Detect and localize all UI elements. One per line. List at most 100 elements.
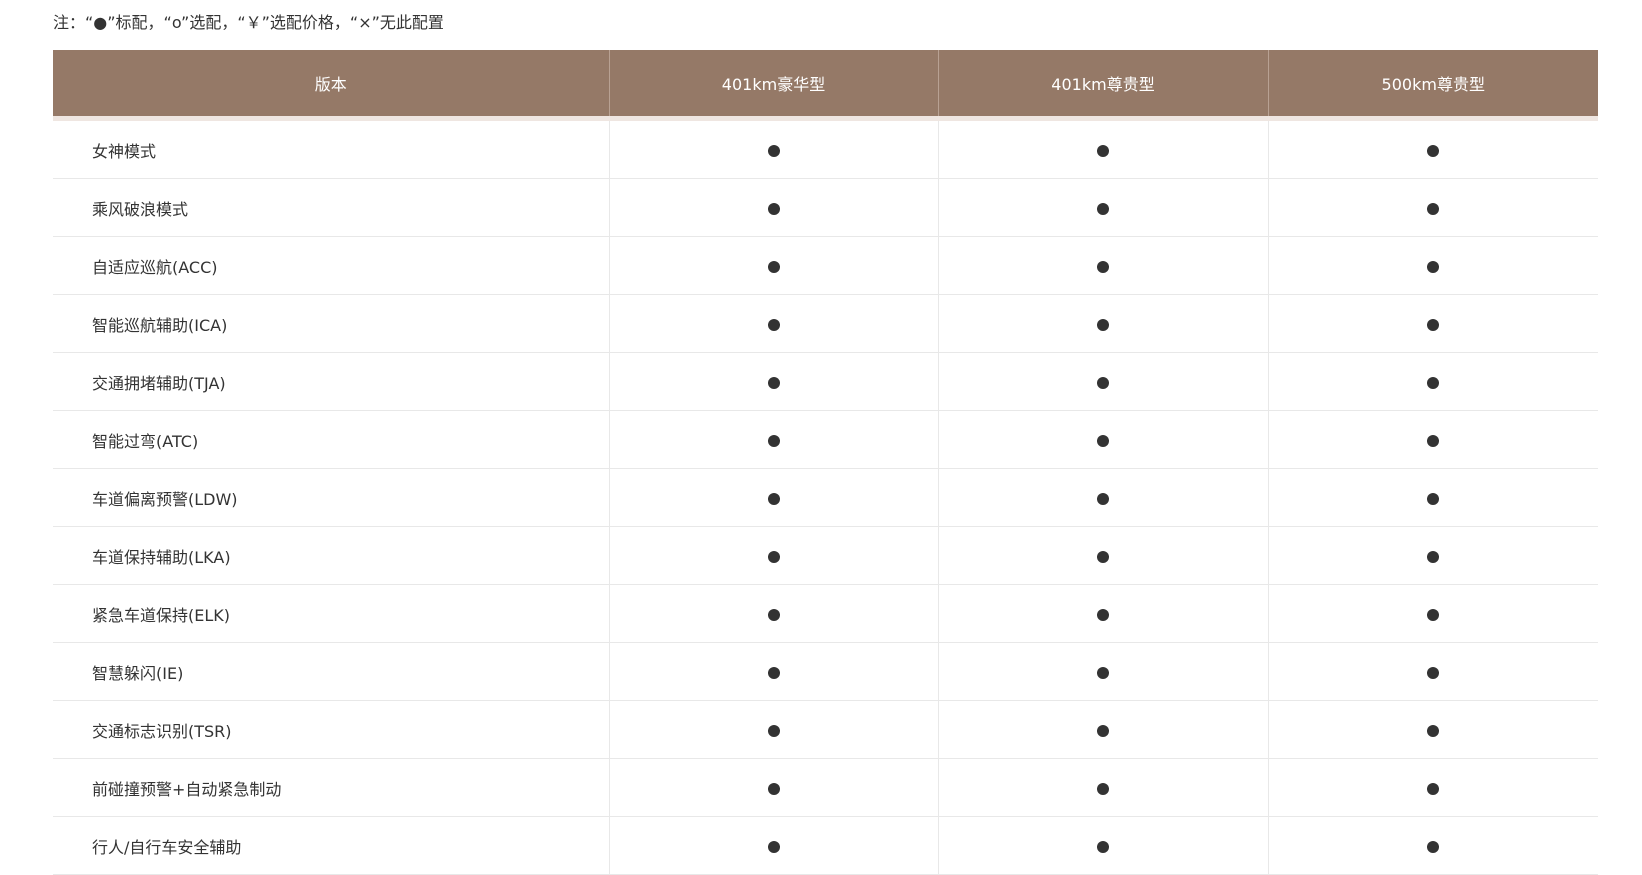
standard-dot-icon xyxy=(767,318,780,331)
standard-dot-icon xyxy=(1097,608,1109,621)
feature-label: 交通标志识别(TSR) xyxy=(53,700,609,759)
feature-value-cell xyxy=(608,642,938,701)
feature-value-cell xyxy=(608,758,938,817)
feature-value-cell xyxy=(1267,352,1598,411)
feature-value-cell xyxy=(937,118,1268,179)
standard-dot-icon xyxy=(1097,550,1109,563)
feature-value-cell xyxy=(937,352,1268,411)
feature-label: 乘风破浪模式 xyxy=(53,178,609,237)
table-row: 自适应巡航(ACC) xyxy=(53,236,1598,295)
standard-dot-icon xyxy=(1097,144,1109,157)
standard-dot-icon xyxy=(1097,782,1109,795)
feature-value-cell xyxy=(608,468,938,527)
table-body: 女神模式 乘风破浪模式 自适应巡航(ACC) 智能巡航辅助(ICA) 交通拥堵辅助(TJ… xyxy=(53,118,1598,875)
standard-dot-icon xyxy=(1427,260,1440,273)
header-trim-500-premium: 500km尊贵型 xyxy=(1267,50,1598,121)
feature-label: 行人/自行车安全辅助 xyxy=(53,816,609,875)
standard-dot-icon xyxy=(767,782,780,795)
feature-value-cell xyxy=(1267,584,1598,643)
feature-label: 车道偏离预警(LDW) xyxy=(53,468,609,527)
standard-dot-icon xyxy=(1427,318,1440,331)
table-row: 交通标志识别(TSR) xyxy=(53,700,1598,759)
standard-dot-icon xyxy=(1097,492,1109,505)
table-row: 交通拥堵辅助(TJA) xyxy=(53,352,1598,411)
feature-label: 紧急车道保持(ELK) xyxy=(53,584,609,643)
standard-dot-icon xyxy=(1097,840,1109,853)
standard-dot-icon xyxy=(767,608,780,621)
feature-value-cell xyxy=(937,758,1268,817)
standard-dot-icon xyxy=(767,492,780,505)
standard-dot-icon xyxy=(767,724,780,737)
table-row: 车道偏离预警(LDW) xyxy=(53,468,1598,527)
table-row: 车道保持辅助(LKA) xyxy=(53,526,1598,585)
feature-value-cell xyxy=(937,642,1268,701)
feature-label: 自适应巡航(ACC) xyxy=(53,236,609,295)
feature-value-cell xyxy=(1267,118,1598,179)
standard-dot-icon xyxy=(1097,260,1109,273)
feature-value-cell xyxy=(1267,178,1598,237)
feature-value-cell xyxy=(608,236,938,295)
feature-value-cell xyxy=(937,178,1268,237)
feature-value-cell xyxy=(608,118,938,179)
table-row: 女神模式 xyxy=(53,118,1598,179)
table-row: 前碰撞预警+自动紧急制动 xyxy=(53,758,1598,817)
standard-dot-icon xyxy=(767,260,780,273)
feature-value-cell xyxy=(937,468,1268,527)
feature-label: 前碰撞预警+自动紧急制动 xyxy=(53,758,609,817)
feature-value-cell xyxy=(1267,294,1598,353)
feature-value-cell xyxy=(608,584,938,643)
feature-label: 智能巡航辅助(ICA) xyxy=(53,294,609,353)
feature-value-cell xyxy=(608,352,938,411)
legend-note: 注：“●”标配，“o”选配，“￥”选配价格，“×”无此配置 xyxy=(53,13,444,32)
standard-dot-icon xyxy=(1427,550,1440,563)
feature-value-cell xyxy=(937,294,1268,353)
feature-label: 车道保持辅助(LKA) xyxy=(53,526,609,585)
table-row: 智能过弯(ATC) xyxy=(53,410,1598,469)
feature-value-cell xyxy=(1267,526,1598,585)
feature-value-cell xyxy=(608,816,938,875)
feature-value-cell xyxy=(1267,758,1598,817)
feature-value-cell xyxy=(608,410,938,469)
standard-dot-icon xyxy=(1097,724,1109,737)
spec-table: 版本 401km豪华型 401km尊贵型 500km尊贵型 女神模式 乘风破浪模式… xyxy=(53,50,1598,875)
feature-value-cell xyxy=(608,178,938,237)
feature-value-cell xyxy=(937,236,1268,295)
standard-dot-icon xyxy=(1427,434,1440,447)
feature-label: 交通拥堵辅助(TJA) xyxy=(53,352,609,411)
table-row: 乘风破浪模式 xyxy=(53,178,1598,237)
standard-dot-icon xyxy=(767,144,780,157)
standard-dot-icon xyxy=(1427,492,1440,505)
feature-value-cell xyxy=(608,700,938,759)
standard-dot-icon xyxy=(1427,840,1440,853)
standard-dot-icon xyxy=(1427,608,1440,621)
standard-dot-icon xyxy=(767,376,780,389)
standard-dot-icon xyxy=(767,202,780,215)
standard-dot-icon xyxy=(767,840,780,853)
standard-dot-icon xyxy=(767,666,780,679)
feature-value-cell xyxy=(1267,468,1598,527)
feature-value-cell xyxy=(608,294,938,353)
table-row: 智慧躲闪(IE) xyxy=(53,642,1598,701)
feature-value-cell xyxy=(1267,642,1598,701)
feature-value-cell xyxy=(937,700,1268,759)
feature-value-cell xyxy=(1267,236,1598,295)
feature-value-cell xyxy=(937,816,1268,875)
standard-dot-icon xyxy=(1427,202,1440,215)
standard-dot-icon xyxy=(1427,666,1440,679)
table-row: 智能巡航辅助(ICA) xyxy=(53,294,1598,353)
standard-dot-icon xyxy=(1427,724,1440,737)
header-trim-401-premium: 401km尊贵型 xyxy=(937,50,1268,121)
feature-label: 智慧躲闪(IE) xyxy=(53,642,609,701)
feature-value-cell xyxy=(937,410,1268,469)
table-row: 紧急车道保持(ELK) xyxy=(53,584,1598,643)
standard-dot-icon xyxy=(1097,318,1109,331)
feature-label: 女神模式 xyxy=(53,118,609,179)
standard-dot-icon xyxy=(1427,782,1440,795)
feature-label: 智能过弯(ATC) xyxy=(53,410,609,469)
header-version: 版本 xyxy=(53,50,609,121)
feature-value-cell xyxy=(1267,410,1598,469)
standard-dot-icon xyxy=(1427,376,1440,389)
standard-dot-icon xyxy=(1097,666,1109,679)
header-row: 版本 401km豪华型 401km尊贵型 500km尊贵型 xyxy=(53,50,1598,121)
standard-dot-icon xyxy=(1097,376,1109,389)
